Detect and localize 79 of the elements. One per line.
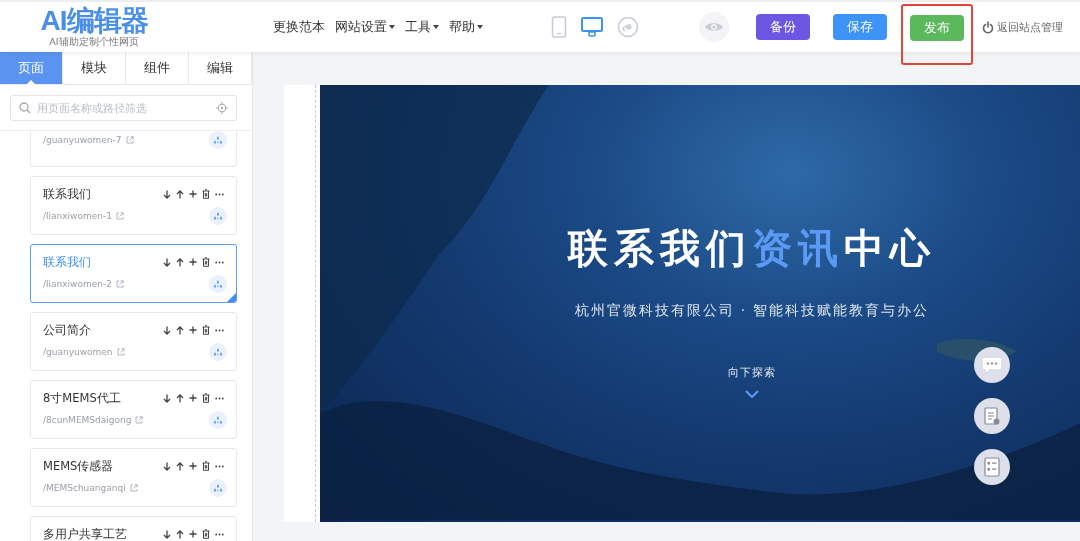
corner-marker	[227, 293, 236, 302]
more-icon[interactable]	[215, 192, 224, 196]
page-name: 联系我们	[43, 186, 91, 202]
page-name: 公司简介	[43, 322, 91, 338]
move-down-icon[interactable]	[163, 461, 171, 471]
nav-menu-item[interactable]: 网站设置	[335, 18, 395, 36]
page-path: /lianxiwomen-1	[43, 211, 112, 221]
checklist-icon	[984, 457, 1000, 477]
nav-menu-item[interactable]: 工具	[405, 18, 439, 36]
sparkle-icon	[213, 279, 223, 289]
search-icon	[19, 102, 31, 114]
page-name: 多用户共享工艺	[43, 526, 127, 541]
page-path: /guanyuwomen-7	[43, 135, 122, 145]
page-card[interactable]: 联系我们 /lianxiwomen-1	[30, 176, 237, 235]
monitor-icon[interactable]	[581, 17, 603, 37]
nav-menu-item[interactable]: 帮助	[449, 18, 483, 36]
hero-title: 联系我们 资讯中心	[568, 224, 936, 273]
page-path: /lianxiwomen-2	[43, 279, 112, 289]
move-down-icon[interactable]	[163, 393, 171, 403]
page-card[interactable]: 多用户共享工艺	[30, 516, 237, 541]
add-icon[interactable]	[189, 326, 197, 334]
move-down-icon[interactable]	[163, 325, 171, 335]
delete-icon[interactable]	[202, 325, 210, 335]
clipboard-button[interactable]	[974, 398, 1010, 434]
page-card[interactable]: 公司简介 /guanyuwomen	[30, 312, 237, 371]
sparkle-icon	[213, 415, 223, 425]
search-field[interactable]: 用页面名称或路径筛选	[37, 101, 210, 115]
logo-title: AI编辑器	[40, 6, 148, 36]
page-card[interactable]: 联系我们 /lianxiwomen-2	[30, 244, 237, 303]
page-path: /MEMSchuanganqi	[43, 483, 126, 493]
move-up-icon[interactable]	[176, 393, 184, 403]
page-name: 8寸MEMS代工	[43, 390, 121, 406]
page-name: MEMS传感器	[43, 458, 114, 474]
move-down-icon[interactable]	[163, 189, 171, 199]
delete-icon[interactable]	[202, 461, 210, 471]
checklist-button[interactable]	[974, 449, 1010, 485]
action-button[interactable]: 备份	[756, 14, 810, 40]
add-icon[interactable]	[189, 530, 197, 538]
more-icon[interactable]	[215, 260, 224, 264]
eye-icon	[704, 21, 724, 33]
add-icon[interactable]	[189, 394, 197, 402]
move-up-icon[interactable]	[176, 257, 184, 267]
sparkle-icon	[213, 347, 223, 357]
hero-subtitle: 杭州官微科技有限公司 · 智能科技赋能教育与办公	[574, 302, 930, 320]
delete-icon[interactable]	[202, 189, 210, 199]
page-card[interactable]: 8寸MEMS代工 /8cunMEMSdaigong	[30, 380, 237, 439]
move-up-icon[interactable]	[176, 325, 184, 335]
nav-menu-item[interactable]: 更换范本	[273, 18, 325, 36]
delete-icon[interactable]	[202, 529, 210, 539]
page-path: /8cunMEMSdaigong	[43, 415, 132, 425]
clipboard-icon	[983, 406, 1001, 426]
move-up-icon[interactable]	[176, 529, 184, 539]
move-up-icon[interactable]	[176, 189, 184, 199]
delete-icon[interactable]	[202, 257, 210, 267]
chevron-down-icon[interactable]	[745, 390, 759, 398]
move-down-icon[interactable]	[163, 257, 171, 267]
move-up-icon[interactable]	[176, 461, 184, 471]
sparkle-icon	[213, 211, 223, 221]
sparkle-icon	[213, 483, 223, 493]
add-icon[interactable]	[189, 258, 197, 266]
more-icon[interactable]	[215, 532, 224, 536]
add-icon[interactable]	[189, 190, 197, 198]
page-card[interactable]: MEMS传感器 /MEMSchuanganqi	[30, 448, 237, 507]
chat-button[interactable]	[974, 347, 1010, 383]
power-icon	[982, 20, 994, 34]
sparkle-icon	[213, 135, 223, 145]
delete-icon[interactable]	[202, 393, 210, 403]
page-path: /guanyuwomen	[43, 347, 113, 357]
back-link[interactable]: 返回站点管理	[997, 19, 1063, 35]
move-down-icon[interactable]	[163, 529, 171, 539]
search-box[interactable]: 用页面名称或路径筛选	[10, 95, 237, 121]
add-icon[interactable]	[189, 462, 197, 470]
more-icon[interactable]	[215, 464, 224, 468]
scroll-hint: 向下探索	[728, 366, 776, 380]
page-name: 联系我们	[43, 254, 91, 270]
logo-tagline: AI辅助定制个性网页	[49, 36, 139, 48]
speech-bubble-icon	[982, 357, 1002, 373]
more-icon[interactable]	[215, 328, 224, 332]
more-icon[interactable]	[215, 396, 224, 400]
